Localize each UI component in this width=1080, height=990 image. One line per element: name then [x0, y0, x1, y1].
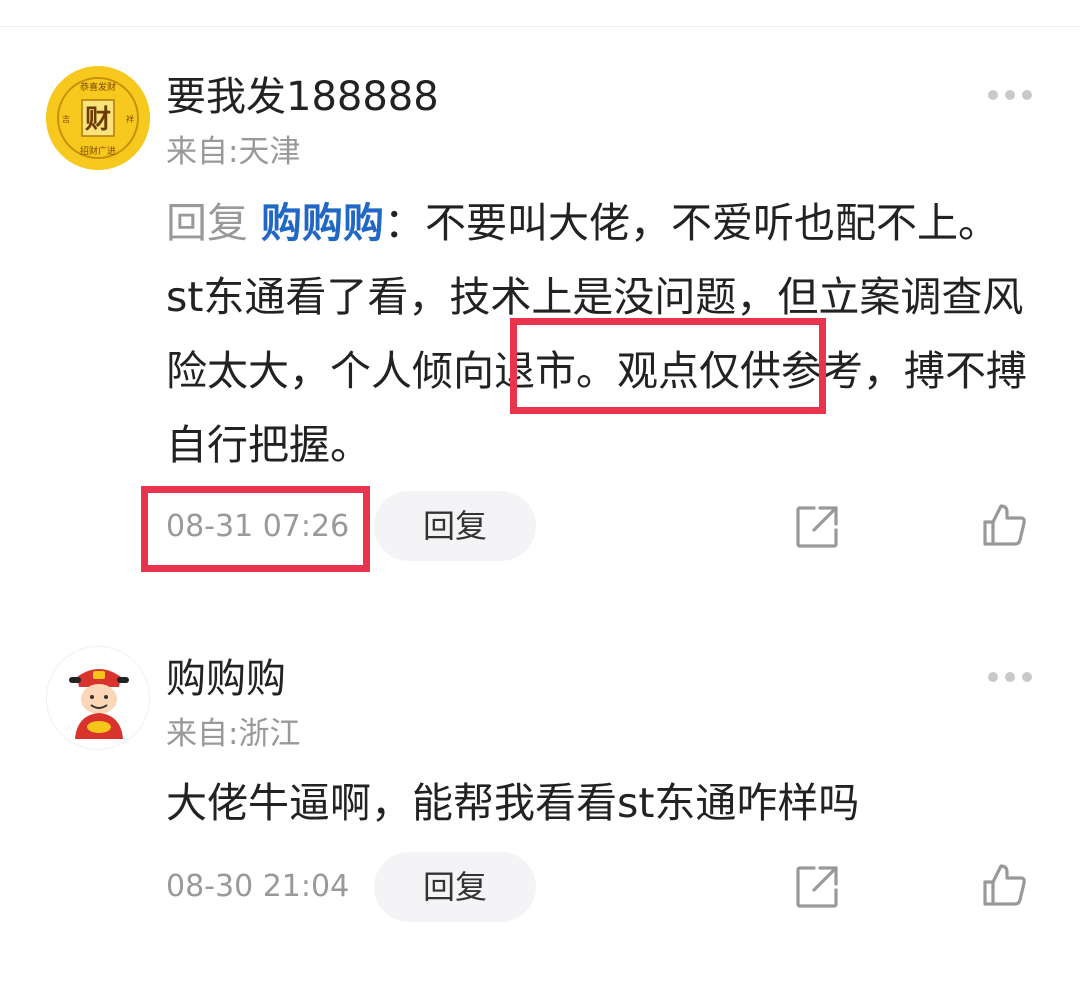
avatar[interactable]: 财 恭喜发财 招财广进 吉 祥 — [46, 66, 150, 170]
reply-button[interactable]: 回复 — [374, 491, 536, 561]
top-divider — [0, 26, 1080, 27]
like-icon[interactable] — [981, 862, 1027, 908]
svg-text:祥: 祥 — [126, 114, 134, 124]
avatar[interactable] — [46, 646, 150, 750]
timestamp: 08-30 21:04 — [166, 869, 350, 904]
share-icon[interactable] — [794, 864, 840, 910]
svg-text:恭喜发财: 恭喜发财 — [80, 81, 116, 93]
svg-text:财: 财 — [85, 105, 111, 135]
more-dot — [988, 90, 998, 100]
caishen-coin-icon: 财 恭喜发财 招财广进 吉 祥 — [46, 66, 150, 170]
god-of-wealth-avatar-icon — [47, 647, 149, 749]
svg-text:吉: 吉 — [62, 115, 70, 124]
like-icon[interactable] — [981, 502, 1027, 548]
highlight-box-timestamp — [141, 486, 370, 572]
username[interactable]: 要我发188888 — [166, 73, 439, 121]
more-dot — [1005, 672, 1015, 682]
location-label: 来自:天津 — [166, 134, 301, 170]
location-label: 来自:浙江 — [166, 716, 301, 752]
share-icon[interactable] — [794, 504, 840, 550]
reply-colon: ： — [384, 199, 426, 247]
more-icon[interactable] — [988, 670, 1032, 684]
more-dot — [1022, 672, 1032, 682]
more-icon[interactable] — [988, 88, 1032, 102]
highlight-box-text — [510, 318, 826, 414]
username[interactable]: 购购购 — [166, 655, 286, 703]
svg-text:招财广进: 招财广进 — [80, 145, 116, 157]
more-dot — [988, 672, 998, 682]
more-dot — [1022, 90, 1032, 100]
reply-button[interactable]: 回复 — [374, 852, 536, 922]
reply-prefix: 回复 — [166, 199, 248, 247]
comment-text: 大佬牛逼啊，能帮我看看st东通咋样吗 — [166, 779, 860, 827]
reply-target-username[interactable]: 购购购 — [261, 199, 384, 247]
more-dot — [1005, 90, 1015, 100]
